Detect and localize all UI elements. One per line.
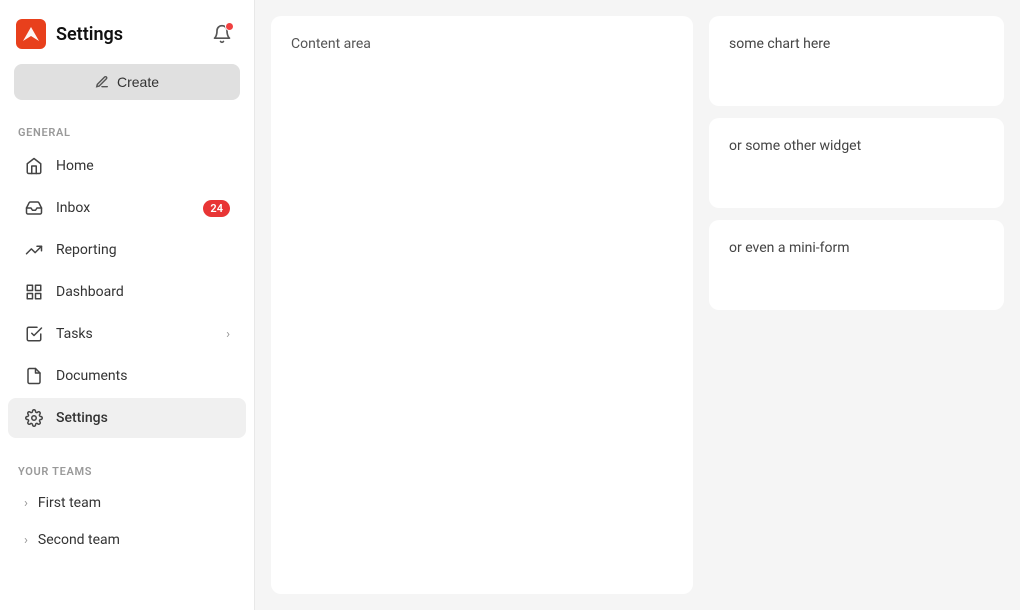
documents-icon xyxy=(24,366,44,386)
sidebar-item-settings-label: Settings xyxy=(56,410,108,426)
home-icon xyxy=(24,156,44,176)
mini-form-widget-text: or even a mini-form xyxy=(729,240,850,256)
create-button[interactable]: Create xyxy=(14,64,240,100)
chart-widget-text: some chart here xyxy=(729,36,830,52)
settings-icon xyxy=(24,408,44,428)
create-button-label: Create xyxy=(117,74,159,90)
sidebar-item-tasks[interactable]: Tasks › xyxy=(8,314,246,354)
chart-widget: some chart here xyxy=(709,16,1004,106)
app-title: Settings xyxy=(56,24,123,45)
logo-icon xyxy=(16,19,46,49)
sidebar-item-first-team[interactable]: › First team xyxy=(8,485,246,521)
sidebar-item-documents-label: Documents xyxy=(56,368,127,384)
first-team-chevron-icon: › xyxy=(24,496,28,511)
second-team-label: Second team xyxy=(38,532,120,548)
sidebar-item-dashboard[interactable]: Dashboard xyxy=(8,272,246,312)
content-area-label: Content area xyxy=(291,36,371,52)
tasks-icon xyxy=(24,324,44,344)
sidebar-item-home-label: Home xyxy=(56,158,94,174)
sidebar-item-settings[interactable]: Settings xyxy=(8,398,246,438)
reporting-icon xyxy=(24,240,44,260)
sidebar-item-inbox-label: Inbox xyxy=(56,200,90,216)
other-widget-text: or some other widget xyxy=(729,138,861,154)
sidebar-item-documents[interactable]: Documents xyxy=(8,356,246,396)
sidebar-item-home[interactable]: Home xyxy=(8,146,246,186)
mini-form-widget: or even a mini-form xyxy=(709,220,1004,310)
sidebar-item-second-team[interactable]: › Second team xyxy=(8,522,246,558)
sidebar-item-reporting[interactable]: Reporting xyxy=(8,230,246,270)
main-content: Content area some chart here or some oth… xyxy=(255,0,1020,610)
sidebar-item-dashboard-label: Dashboard xyxy=(56,284,124,300)
tasks-chevron-icon: › xyxy=(226,327,230,342)
first-team-label: First team xyxy=(38,495,101,511)
inbox-icon xyxy=(24,198,44,218)
content-area: Content area xyxy=(271,16,693,594)
teams-section: YOUR TEAMS › First team › Second team xyxy=(0,455,254,559)
sidebar-header: Settings xyxy=(0,0,254,64)
dashboard-icon xyxy=(24,282,44,302)
bell-notification-dot xyxy=(225,22,234,31)
general-section-label: GENERAL xyxy=(0,116,254,145)
pencil-icon xyxy=(95,75,109,89)
logo-area: Settings xyxy=(16,19,123,49)
other-widget: or some other widget xyxy=(709,118,1004,208)
sidebar-item-tasks-label: Tasks xyxy=(56,326,93,342)
inbox-badge: 24 xyxy=(203,200,230,217)
sidebar: Settings Create GENERAL Home xyxy=(0,0,255,610)
sidebar-item-inbox[interactable]: Inbox 24 xyxy=(8,188,246,228)
notification-bell[interactable] xyxy=(206,18,238,50)
second-team-chevron-icon: › xyxy=(24,533,28,548)
widgets-column: some chart here or some other widget or … xyxy=(709,16,1004,594)
teams-section-label: YOUR TEAMS xyxy=(0,455,254,484)
sidebar-item-reporting-label: Reporting xyxy=(56,242,117,258)
